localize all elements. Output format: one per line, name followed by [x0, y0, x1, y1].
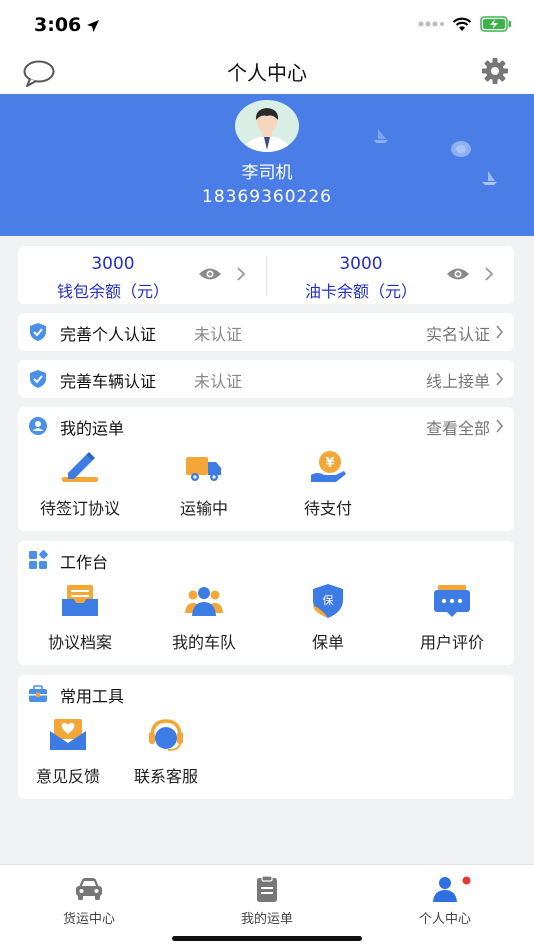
feedback-icon — [50, 719, 86, 750]
view-all-link[interactable]: 查看全部 — [426, 415, 490, 439]
item-label: 联系客服 — [133, 767, 198, 786]
notification-dot-icon — [462, 876, 471, 885]
battery-icon — [480, 16, 511, 32]
grid-apps-icon — [29, 550, 48, 569]
workbench-section: 工作台 协议档案 我的车队 保 保单 用户评价 — [18, 541, 514, 665]
wallet-balance-label: 钱包余额（元） — [56, 282, 169, 301]
vehicle-certification-title: 完善车辆认证 — [60, 372, 157, 391]
avatar[interactable] — [235, 100, 299, 152]
wifi-icon — [452, 17, 472, 31]
waybill-pending-sign[interactable]: 待签订协议 — [18, 449, 142, 519]
item-label: 我的车队 — [171, 633, 236, 652]
balance-card: 3000 钱包余额（元） 3000 油卡余额（元） — [18, 246, 514, 304]
nav-bar: 个人中心 — [0, 52, 534, 94]
payment-icon: ¥ — [311, 451, 346, 482]
sign-pen-icon — [62, 452, 98, 482]
shield-check-icon — [30, 370, 46, 388]
wallet-balance[interactable]: 3000 钱包余额（元） — [18, 246, 266, 304]
settings-gear-icon[interactable] — [480, 56, 510, 90]
clipboard-icon — [257, 875, 277, 902]
workbench-agreement-archive[interactable]: 协议档案 — [18, 583, 142, 653]
profile-phone: 18369360226 — [202, 187, 332, 207]
personal-certification-status: 未认证 — [194, 325, 243, 344]
page-title: 个人中心 — [227, 61, 307, 85]
tab-label: 货运中心 — [62, 912, 115, 927]
common-tools-title: 常用工具 — [60, 687, 125, 706]
item-label: 保单 — [311, 633, 344, 652]
person-icon — [433, 877, 457, 902]
real-name-auth-link[interactable]: 实名认证 — [426, 321, 490, 345]
user-circle-icon — [29, 417, 47, 435]
truck-icon — [186, 457, 221, 481]
chevron-right-icon — [496, 419, 504, 433]
chevron-right-icon — [485, 267, 494, 281]
item-label: 运输中 — [179, 499, 228, 518]
insurance-icon: 保 — [313, 584, 343, 618]
chevron-right-icon — [496, 325, 504, 339]
waybill-pending-payment[interactable]: ¥ 待支付 — [266, 449, 390, 519]
tab-label: 个人中心 — [418, 912, 471, 927]
toolbox-icon — [29, 685, 47, 702]
item-label: 待支付 — [303, 499, 352, 518]
decor-boat-icon — [374, 129, 388, 143]
tab-label: 我的运单 — [240, 912, 293, 927]
shield-check-icon — [30, 323, 46, 341]
waybill-in-transit[interactable]: 运输中 — [142, 449, 266, 519]
personal-certification-row[interactable]: 完善个人认证 未认证 实名认证 — [18, 313, 514, 351]
decor-ball-icon — [451, 141, 471, 157]
svg-text:¥: ¥ — [325, 456, 334, 471]
chevron-right-icon — [496, 372, 504, 386]
item-label: 用户评价 — [419, 633, 484, 652]
wallet-balance-amount: 3000 — [91, 254, 135, 274]
status-bar: 3:06 — [0, 0, 534, 52]
location-arrow-icon — [87, 20, 99, 32]
vehicle-certification-row[interactable]: 完善车辆认证 未认证 线上接单 — [18, 360, 514, 398]
item-label: 待签订协议 — [39, 499, 120, 518]
archive-icon — [62, 585, 98, 616]
car-icon — [76, 878, 102, 900]
eye-icon[interactable] — [198, 266, 222, 282]
status-time: 3:06 — [34, 14, 82, 36]
online-order-link[interactable]: 线上接单 — [426, 368, 490, 392]
tab-freight-center[interactable]: 货运中心 — [0, 875, 178, 927]
workbench-user-reviews[interactable]: 用户评价 — [390, 583, 514, 653]
fuel-card-balance[interactable]: 3000 油卡余额（元） — [266, 246, 514, 304]
home-indicator — [172, 936, 362, 941]
review-icon — [434, 585, 470, 617]
workbench-my-fleet[interactable]: 我的车队 — [142, 583, 266, 653]
my-waybills-title: 我的运单 — [60, 419, 125, 438]
customer-service-icon — [149, 719, 183, 751]
tab-my-waybills[interactable]: 我的运单 — [178, 875, 356, 927]
fleet-icon — [185, 587, 223, 616]
status-icons — [418, 16, 512, 32]
insurance-badge-text: 保 — [323, 593, 334, 607]
my-waybills-section: 我的运单 查看全部 待签订协议 运输中 ¥ 待支付 — [18, 407, 514, 531]
chevron-right-icon — [237, 267, 246, 281]
signal-icon — [418, 21, 444, 27]
fuel-card-balance-label: 油卡余额（元） — [304, 282, 417, 301]
workbench-insurance-policy[interactable]: 保 保单 — [266, 583, 390, 653]
tab-personal-center[interactable]: 个人中心 — [356, 875, 534, 927]
tool-customer-service[interactable]: 联系客服 — [104, 717, 228, 787]
common-tools-section: 常用工具 意见反馈 联系客服 — [18, 675, 514, 799]
personal-certification-title: 完善个人认证 — [60, 325, 157, 344]
profile-name: 李司机 — [241, 163, 293, 183]
vehicle-certification-status: 未认证 — [194, 372, 243, 391]
item-label: 协议档案 — [47, 633, 112, 652]
workbench-title: 工作台 — [60, 553, 109, 572]
fuel-card-balance-amount: 3000 — [339, 254, 383, 274]
eye-icon[interactable] — [446, 266, 470, 282]
profile-header: 李司机 18369360226 — [0, 94, 534, 236]
